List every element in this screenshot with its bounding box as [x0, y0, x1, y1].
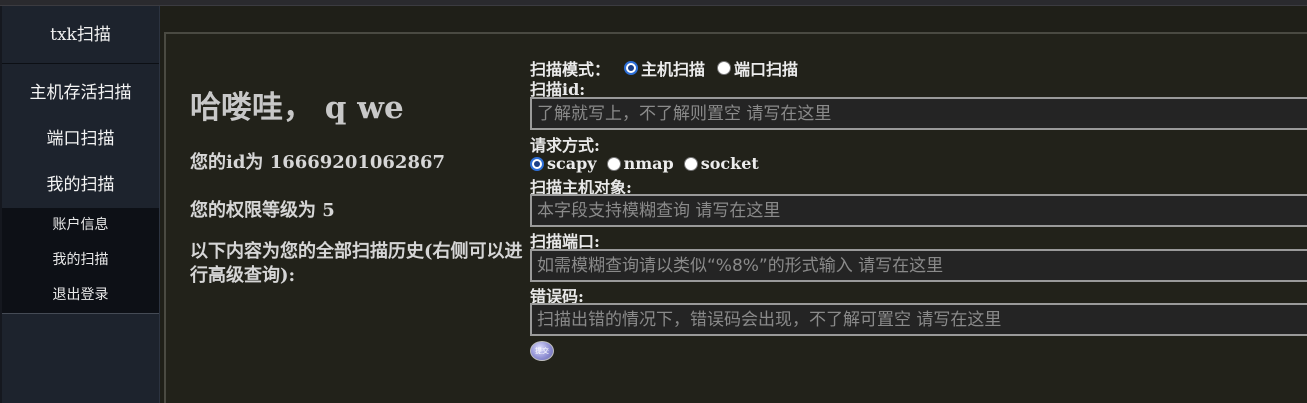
- scan-mode-host-label: 主机扫描: [641, 60, 706, 79]
- user-id-text: 您的id为 16669201062867: [190, 152, 446, 173]
- nav-my-scans[interactable]: 我的扫描: [2, 162, 159, 208]
- sidebar: txk扫描 主机存活扫描 端口扫描 我的扫描 账户信息 我的扫描 退出登录: [0, 6, 160, 403]
- submenu-account-info[interactable]: 账户信息: [2, 208, 159, 243]
- request-nmap-label: nmap: [623, 154, 674, 173]
- nav-port-scan[interactable]: 端口扫描: [2, 116, 159, 162]
- scan-host-input[interactable]: [530, 194, 1307, 227]
- history-heading: 以下内容为您的全部扫描历史(右侧可以进行高级查询):: [190, 241, 523, 286]
- radio-unchecked-icon[interactable]: [683, 156, 698, 171]
- submenu-logout[interactable]: 退出登录: [2, 278, 159, 313]
- submenu-my-scans[interactable]: 我的扫描: [2, 243, 159, 278]
- request-socket-option[interactable]: socket: [683, 154, 759, 173]
- radio-unchecked-icon[interactable]: [606, 156, 621, 171]
- request-socket-label: socket: [700, 154, 759, 173]
- submit-button[interactable]: 提交: [530, 341, 554, 361]
- radio-checked-icon[interactable]: [624, 61, 639, 75]
- permission-level-text: 您的权限等级为 5: [190, 200, 335, 221]
- request-scapy-label: scapy: [547, 154, 597, 173]
- radio-unchecked-icon[interactable]: [717, 61, 732, 75]
- nav-host-alive-scan[interactable]: 主机存活扫描: [2, 70, 159, 116]
- main-panel: 哈喽哇， q we 您的id为 16669201062867 您的权限等级为 5…: [164, 32, 1307, 403]
- request-method-row: scapy nmap socket: [530, 154, 771, 173]
- scan-mode-host-option[interactable]: 主机扫描: [624, 56, 705, 80]
- radio-checked-icon[interactable]: [530, 156, 544, 171]
- request-nmap-option[interactable]: nmap: [606, 154, 674, 173]
- greeting-title: 哈喽哇， q we: [190, 90, 404, 126]
- brand-title[interactable]: txk扫描: [2, 6, 159, 64]
- scan-mode-port-option[interactable]: 端口扫描: [717, 56, 798, 80]
- scan-port-input[interactable]: [530, 249, 1307, 282]
- request-method-label: 请求方式:: [530, 136, 600, 155]
- scan-id-input[interactable]: [530, 97, 1307, 130]
- account-submenu: 账户信息 我的扫描 退出登录: [2, 208, 159, 314]
- request-scapy-option[interactable]: scapy: [530, 154, 597, 173]
- scan-mode-port-label: 端口扫描: [734, 60, 799, 79]
- error-code-input[interactable]: [530, 303, 1307, 336]
